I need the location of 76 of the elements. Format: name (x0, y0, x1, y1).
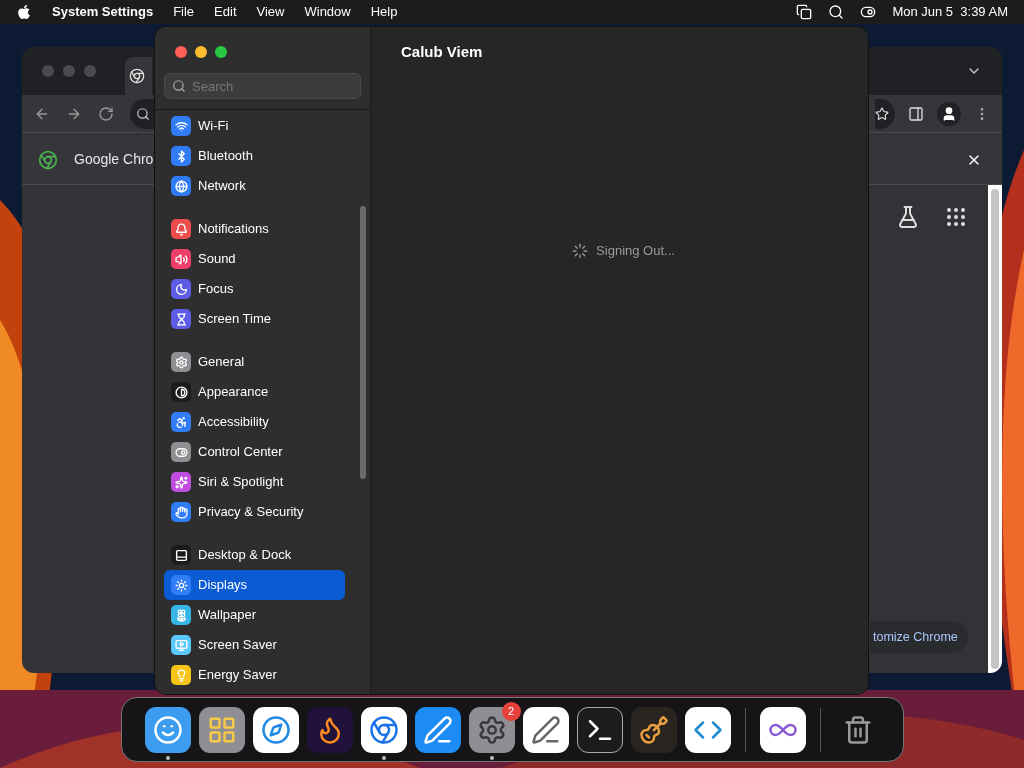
gear-icon (476, 714, 507, 745)
dock-app-icon[interactable] (252, 706, 299, 753)
status-text: Signing Out... (596, 241, 675, 260)
dock-app-icon[interactable] (522, 706, 569, 753)
dock-app-icon[interactable] (414, 706, 461, 753)
menu-item[interactable]: Window (304, 2, 351, 22)
running-indicator (165, 755, 170, 760)
dock-app-icon[interactable] (684, 706, 731, 753)
sidebar-item[interactable]: Wi-Fi (164, 111, 345, 141)
control-center-icon[interactable] (860, 4, 877, 20)
sidebar-item[interactable]: Network (164, 171, 345, 201)
apple-icon[interactable] (16, 4, 32, 20)
guitar-icon (638, 714, 669, 745)
browser-tab[interactable] (125, 57, 152, 95)
notepad-icon (530, 714, 561, 745)
sidebar-item[interactable]: Displays (164, 570, 345, 600)
customize-button[interactable]: tomize Chrome (870, 621, 968, 653)
compass-icon (260, 714, 291, 745)
address-field[interactable] (130, 98, 154, 129)
sidebar-item[interactable]: Siri & Spotlight (164, 467, 345, 497)
sidebar-item[interactable]: General (164, 347, 345, 377)
scrollbar-thumb[interactable] (360, 206, 366, 479)
menu-item[interactable]: Edit (214, 2, 237, 22)
window-zoom-control[interactable] (215, 46, 227, 58)
sidebar-item[interactable]: Screen Saver (164, 630, 345, 660)
side-panel-icon[interactable] (908, 105, 924, 122)
sidebar-item[interactable]: Control Center (164, 437, 345, 467)
dock-app-icon[interactable] (306, 706, 353, 753)
search-icon (136, 106, 150, 121)
smiley-face-icon (152, 714, 183, 745)
sidebar-item[interactable]: Screen Time (164, 304, 345, 334)
sidebar-item[interactable]: Privacy & Security (164, 497, 345, 527)
app-name[interactable]: System Settings (52, 2, 154, 22)
sidebar-item[interactable]: Bluetooth (164, 141, 345, 171)
dock-app-icon[interactable] (576, 706, 623, 753)
apps-grid-icon[interactable] (944, 205, 968, 229)
info-bar-text: Google Chro (74, 150, 154, 169)
running-indicator (381, 755, 386, 760)
sidebar-item[interactable]: Sound (164, 244, 345, 274)
menu-item[interactable]: View (256, 2, 285, 22)
sidebar-item[interactable]: Energy Saver (164, 660, 345, 690)
address-field[interactable] (875, 98, 895, 129)
flask-icon[interactable] (896, 205, 920, 229)
sidebar-item[interactable]: Accessibility (164, 407, 345, 437)
dock-item[interactable]: 2 (468, 699, 521, 760)
dock-app-icon[interactable] (759, 706, 806, 753)
clock[interactable]: Mon Jun 5 3:39 AM (892, 2, 1008, 22)
search-icon (172, 79, 186, 93)
spinner-icon (572, 242, 589, 259)
notification-badge: 2 (501, 701, 521, 721)
menu-item[interactable]: Help (370, 2, 398, 22)
menu-item[interactable]: File (173, 2, 195, 22)
search-field[interactable]: Search (164, 73, 361, 99)
dock-app-icon[interactable] (468, 706, 515, 753)
reload-icon[interactable] (98, 105, 114, 122)
sidebar-item[interactable]: Notifications (164, 214, 345, 244)
dock-app-icon[interactable] (144, 706, 191, 753)
screen-mirroring-icon[interactable] (796, 4, 813, 20)
window-minimize-control[interactable] (195, 46, 207, 58)
browser-logo-icon (129, 68, 145, 84)
bookmark-star-icon[interactable] (875, 106, 889, 121)
scrollbar[interactable] (988, 185, 1002, 673)
dock-app-icon[interactable] (630, 706, 677, 753)
sidebar-item[interactable]: Focus (164, 274, 345, 304)
browser-logo-icon (38, 149, 58, 170)
sidebar-item[interactable]: Appearance (164, 377, 345, 407)
window-close-control[interactable] (175, 46, 187, 58)
profile-avatar[interactable] (937, 101, 961, 126)
sidebar-item[interactable]: Wallpaper (164, 600, 345, 630)
dock-app-icon[interactable] (198, 706, 245, 753)
dock-app-icon[interactable] (360, 706, 407, 753)
browser-logo-icon (368, 714, 399, 745)
search-icon[interactable] (828, 4, 845, 20)
sidebar-item[interactable]: Desktop & Dock (164, 540, 345, 570)
pane-title: Calub Viem (401, 41, 483, 62)
running-indicator (489, 755, 494, 760)
